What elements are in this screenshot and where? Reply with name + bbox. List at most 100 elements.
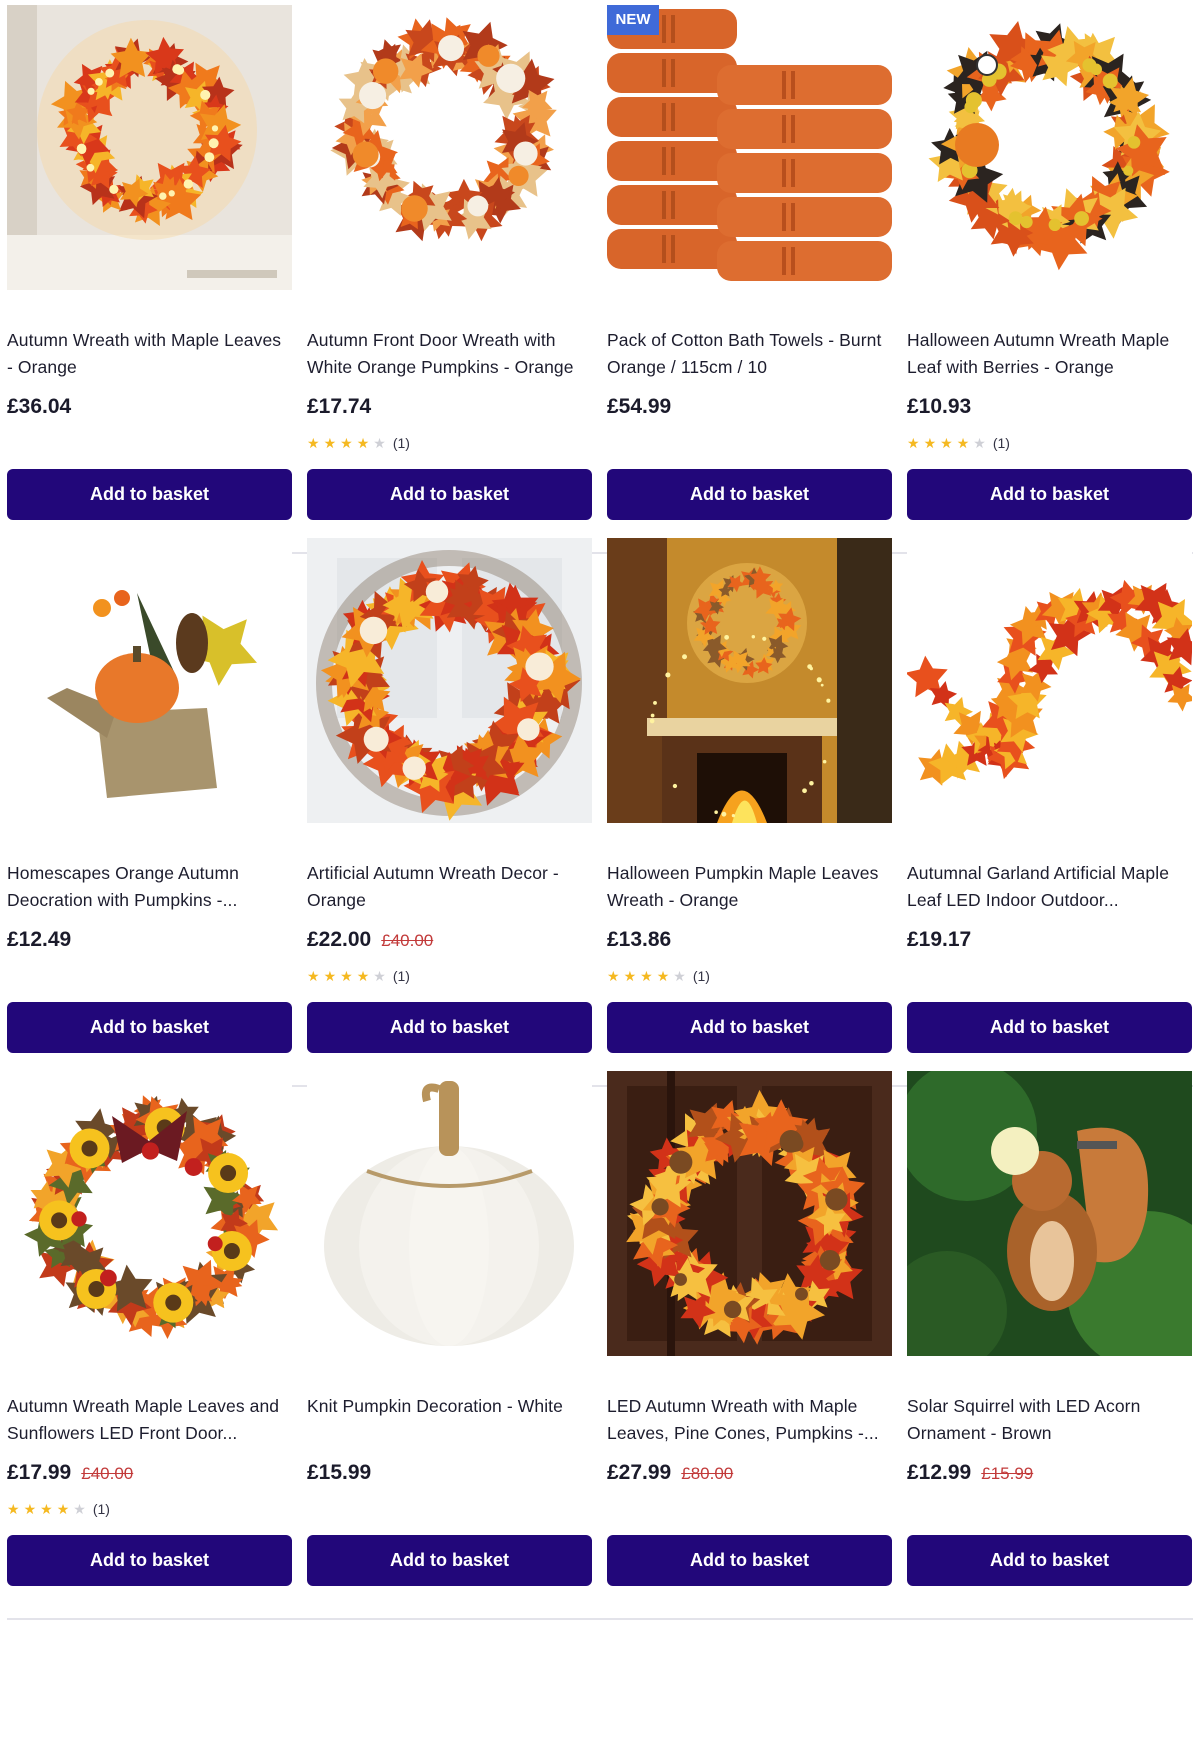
product-image[interactable] bbox=[607, 1071, 892, 1356]
product-card: LED Autumn Wreath with Maple Leaves, Pin… bbox=[607, 1071, 892, 1626]
product-image[interactable] bbox=[607, 5, 892, 290]
star-icon: ★ bbox=[73, 1501, 86, 1517]
rating-count: (1) bbox=[992, 435, 1010, 451]
was-price: £40.00 bbox=[81, 1464, 134, 1483]
product-price: £17.74 bbox=[307, 395, 372, 418]
star-icon: ★ bbox=[340, 968, 353, 984]
price-row: £12.49 bbox=[7, 928, 71, 956]
price-row: £27.99 £80.00 bbox=[607, 1461, 733, 1489]
price-row: £12.99 £15.99 bbox=[907, 1461, 1033, 1489]
product-price: £10.93 bbox=[907, 395, 972, 418]
price-row: £22.00 £40.00 bbox=[307, 928, 433, 956]
star-icon: ★ bbox=[307, 435, 320, 451]
product-card: Autumnal Garland Artificial Maple Leaf L… bbox=[907, 538, 1192, 1093]
product-title[interactable]: Autumn Wreath with Maple Leaves - Orange bbox=[7, 327, 292, 381]
product-card: Halloween Autumn Wreath Maple Leaf with … bbox=[907, 5, 1192, 560]
add-to-basket-button[interactable]: Add to basket bbox=[907, 469, 1192, 520]
star-icon: ★ bbox=[373, 968, 386, 984]
star-icon: ★ bbox=[307, 968, 320, 984]
add-to-basket-button[interactable]: Add to basket bbox=[607, 1535, 892, 1586]
star-icon: ★ bbox=[323, 968, 337, 984]
rating-stars: ★ ★ ★ ★ ★ bbox=[307, 969, 386, 983]
product-title[interactable]: Autumn Wreath Maple Leaves and Sunflower… bbox=[7, 1393, 292, 1447]
product-image[interactable] bbox=[307, 5, 592, 290]
rating[interactable]: ★ ★ ★ ★ ★ (1) bbox=[907, 433, 1010, 453]
product-title[interactable]: Knit Pumpkin Decoration - White bbox=[307, 1393, 592, 1447]
star-icon: ★ bbox=[373, 435, 386, 451]
product-price: £27.99 bbox=[607, 1461, 672, 1484]
product-card: Knit Pumpkin Decoration - White £15.99 Ad… bbox=[307, 1071, 592, 1626]
product-price: £12.49 bbox=[7, 928, 72, 951]
product-card: Solar Squirrel with LED Acorn Ornament -… bbox=[907, 1071, 1192, 1626]
star-icon: ★ bbox=[607, 968, 620, 984]
product-title[interactable]: Solar Squirrel with LED Acorn Ornament -… bbox=[907, 1393, 1192, 1447]
product-price: £13.86 bbox=[607, 928, 672, 951]
product-price: £12.99 bbox=[907, 1461, 972, 1484]
price-row: £19.17 bbox=[907, 928, 971, 956]
product-title[interactable]: Autumn Front Door Wreath with White Oran… bbox=[307, 327, 592, 381]
was-price: £15.99 bbox=[981, 1464, 1034, 1483]
product-image[interactable] bbox=[307, 538, 592, 823]
product-title[interactable]: Halloween Pumpkin Maple Leaves Wreath - … bbox=[607, 860, 892, 914]
product-row: Homescapes Orange Autumn Deocration with… bbox=[7, 538, 1193, 1093]
add-to-basket-button[interactable]: Add to basket bbox=[7, 1535, 292, 1586]
product-image[interactable] bbox=[7, 1071, 292, 1356]
product-image[interactable] bbox=[907, 5, 1192, 290]
rating-stars: ★ ★ ★ ★ ★ bbox=[7, 1502, 86, 1516]
price-row: £15.99 bbox=[307, 1461, 371, 1489]
rating[interactable]: ★ ★ ★ ★ ★ (1) bbox=[307, 433, 410, 453]
star-icon: ★ bbox=[940, 435, 953, 451]
product-price: £19.17 bbox=[907, 928, 972, 951]
product-image[interactable] bbox=[307, 1071, 592, 1356]
star-icon: ★ bbox=[356, 435, 370, 451]
rating[interactable]: ★ ★ ★ ★ ★ (1) bbox=[7, 1499, 110, 1519]
product-image[interactable] bbox=[607, 538, 892, 823]
product-title[interactable]: LED Autumn Wreath with Maple Leaves, Pin… bbox=[607, 1393, 892, 1447]
product-title[interactable]: Pack of Cotton Bath Towels - Burnt Orang… bbox=[607, 327, 892, 381]
product-row: Autumn Wreath with Maple Leaves - Orange… bbox=[7, 5, 1193, 560]
add-to-basket-button[interactable]: Add to basket bbox=[307, 1535, 592, 1586]
product-title[interactable]: Artificial Autumn Wreath Decor - Orange bbox=[307, 860, 592, 914]
product-image[interactable] bbox=[907, 1071, 1192, 1356]
was-price: £40.00 bbox=[381, 931, 434, 950]
product-price: £17.99 bbox=[7, 1461, 72, 1484]
star-icon: ★ bbox=[340, 435, 353, 451]
rating[interactable]: ★ ★ ★ ★ ★ (1) bbox=[307, 966, 410, 986]
product-row: Autumn Wreath Maple Leaves and Sunflower… bbox=[7, 1071, 1193, 1626]
add-to-basket-button[interactable]: Add to basket bbox=[7, 1002, 292, 1053]
rating-count: (1) bbox=[692, 968, 710, 984]
rating-stars: ★ ★ ★ ★ ★ bbox=[307, 436, 386, 450]
rating[interactable]: ★ ★ ★ ★ ★ (1) bbox=[607, 966, 710, 986]
product-card: Autumn Wreath with Maple Leaves - Orange… bbox=[7, 5, 292, 560]
add-to-basket-button[interactable]: Add to basket bbox=[907, 1535, 1192, 1586]
price-row: £17.74 bbox=[307, 395, 371, 423]
product-image[interactable] bbox=[7, 5, 292, 290]
product-image[interactable] bbox=[907, 538, 1192, 823]
product-price: £22.00 bbox=[307, 928, 372, 951]
product-title[interactable]: Autumnal Garland Artificial Maple Leaf L… bbox=[907, 860, 1192, 914]
add-to-basket-button[interactable]: Add to basket bbox=[607, 469, 892, 520]
product-image[interactable] bbox=[7, 538, 292, 823]
product-card: NEW Pack of Cotton Bath Towels - Burnt Or… bbox=[607, 5, 892, 560]
add-to-basket-button[interactable]: Add to basket bbox=[907, 1002, 1192, 1053]
new-badge: NEW bbox=[607, 5, 659, 35]
add-to-basket-button[interactable]: Add to basket bbox=[7, 469, 292, 520]
product-card: Autumn Front Door Wreath with White Oran… bbox=[307, 5, 592, 560]
price-row: £36.04 bbox=[7, 395, 71, 423]
star-icon: ★ bbox=[923, 435, 937, 451]
product-title[interactable]: Homescapes Orange Autumn Deocration with… bbox=[7, 860, 292, 914]
product-price: £54.99 bbox=[607, 395, 672, 418]
star-icon: ★ bbox=[23, 1501, 37, 1517]
star-icon: ★ bbox=[973, 435, 986, 451]
star-icon: ★ bbox=[673, 968, 686, 984]
product-card: Homescapes Orange Autumn Deocration with… bbox=[7, 538, 292, 1093]
price-row: £10.93 bbox=[907, 395, 971, 423]
was-price: £80.00 bbox=[681, 1464, 734, 1483]
star-icon: ★ bbox=[356, 968, 370, 984]
add-to-basket-button[interactable]: Add to basket bbox=[607, 1002, 892, 1053]
star-icon: ★ bbox=[656, 968, 670, 984]
product-title[interactable]: Halloween Autumn Wreath Maple Leaf with … bbox=[907, 327, 1192, 381]
add-to-basket-button[interactable]: Add to basket bbox=[307, 1002, 592, 1053]
price-row: £17.99 £40.00 bbox=[7, 1461, 133, 1489]
add-to-basket-button[interactable]: Add to basket bbox=[307, 469, 592, 520]
